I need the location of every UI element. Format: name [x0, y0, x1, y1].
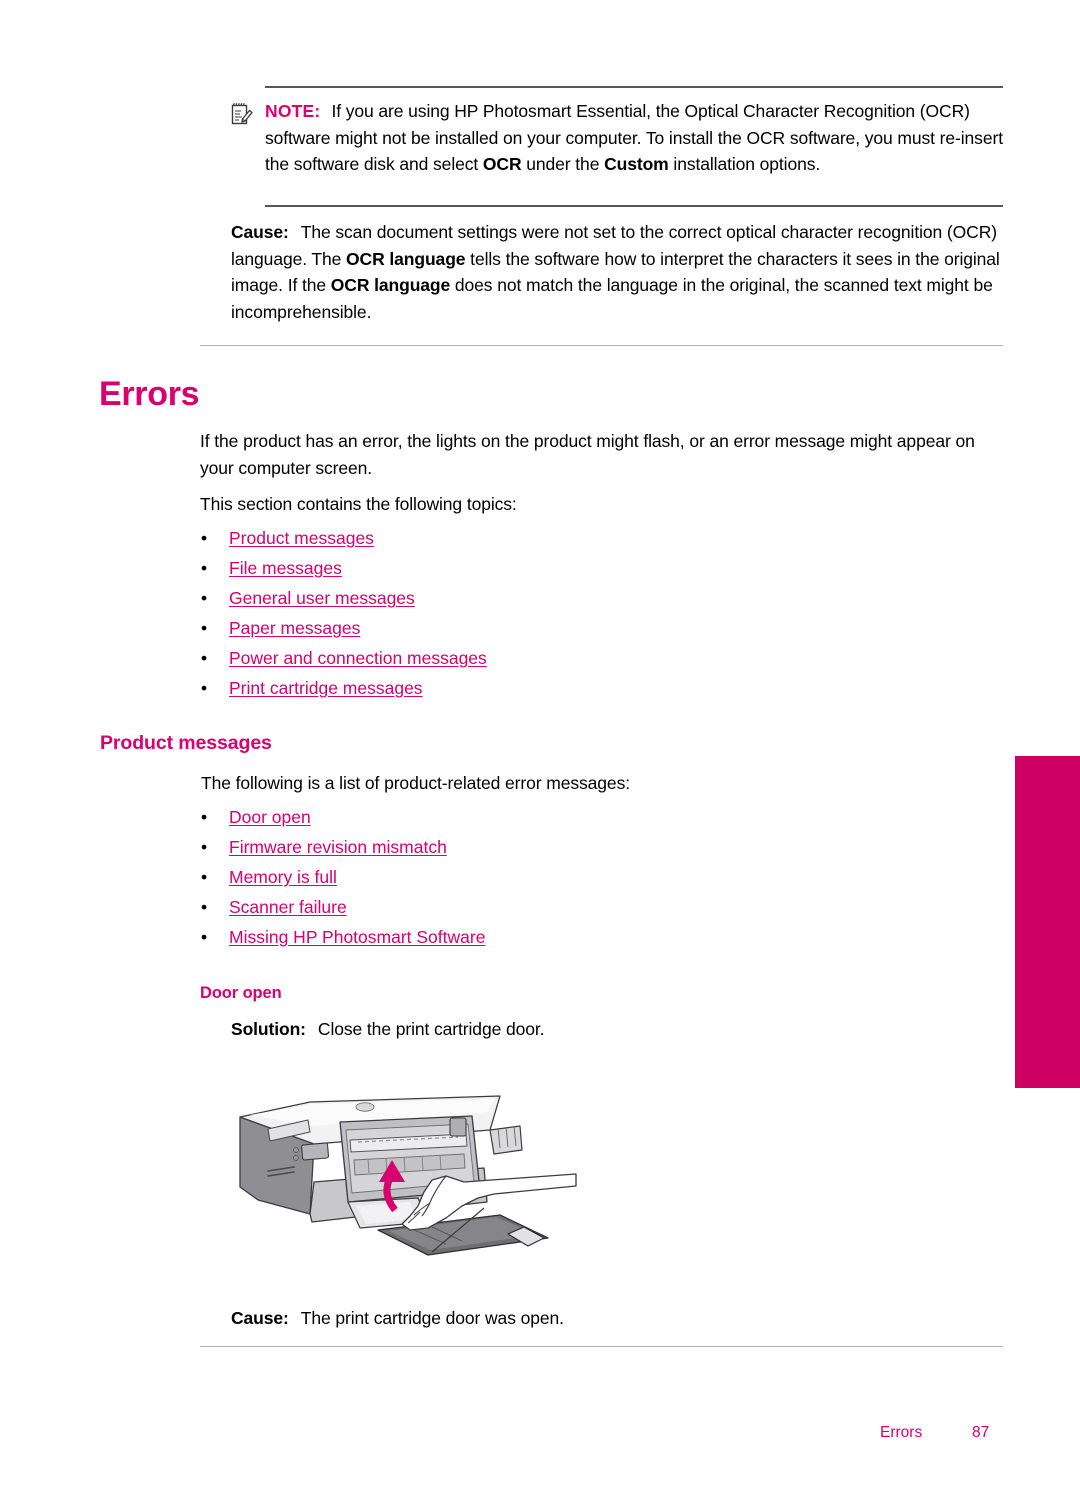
- note-pencil-icon: [231, 103, 253, 125]
- note-top-rule: [265, 86, 1003, 88]
- errors-intro-paragraph: If the product has an error, the lights …: [200, 431, 975, 478]
- link-power-and-connection-messages[interactable]: Power and connection messages: [229, 643, 487, 673]
- hp-photosmart-printer-illustration: [239, 1095, 577, 1256]
- list-item[interactable]: • Power and connection messages: [201, 643, 801, 673]
- heading-product-messages: Product messages: [100, 732, 272, 754]
- bullet-icon: •: [201, 678, 208, 698]
- bullet-icon: •: [201, 867, 208, 887]
- list-item[interactable]: • Firmware revision mismatch: [201, 832, 801, 862]
- bullet-icon: •: [201, 807, 208, 827]
- cause-bold-2: OCR language: [330, 275, 451, 295]
- footer-page-number: 87: [972, 1424, 990, 1441]
- errors-topics-lead: This section contains the following topi…: [200, 494, 517, 514]
- link-print-cartridge-messages[interactable]: Print cartridge messages: [229, 673, 423, 703]
- list-item[interactable]: • Missing HP Photosmart Software: [201, 922, 801, 952]
- page-title-errors: Errors: [99, 375, 200, 413]
- heading-door-open: Door open: [200, 984, 282, 1002]
- note-bold-ocr: OCR: [482, 154, 522, 174]
- cause-label-top: Cause:: [231, 222, 289, 242]
- manual-page: NOTE: If you are using HP Photosmart Esse…: [0, 0, 1080, 1495]
- cause-text-bottom: The print cartridge door was open.: [300, 1308, 564, 1328]
- note-text-part3: installation options.: [668, 154, 821, 174]
- note-bold-custom: Custom: [604, 154, 669, 174]
- link-file-messages[interactable]: File messages: [229, 553, 342, 583]
- list-item[interactable]: • Scanner failure: [201, 892, 801, 922]
- link-paper-messages[interactable]: Paper messages: [229, 613, 360, 643]
- link-missing-hp-photosmart-software[interactable]: Missing HP Photosmart Software: [229, 922, 485, 952]
- bullet-icon: •: [201, 927, 208, 947]
- bullet-icon: •: [201, 528, 208, 548]
- errors-topics-list: • Product messages • File messages • Gen…: [201, 523, 801, 703]
- bullet-icon: •: [201, 588, 208, 608]
- list-item[interactable]: • Memory is full: [201, 862, 801, 892]
- solution-label: Solution:: [231, 1019, 306, 1039]
- list-item[interactable]: • Print cartridge messages: [201, 673, 801, 703]
- section-divider-rule-bottom: [200, 1346, 1003, 1347]
- solution-text: Close the print cartridge door.: [317, 1019, 545, 1039]
- list-item[interactable]: • File messages: [201, 553, 801, 583]
- list-item[interactable]: • Product messages: [201, 523, 801, 553]
- link-firmware-revision-mismatch[interactable]: Firmware revision mismatch: [229, 832, 447, 862]
- note-text-part2: under the: [521, 154, 605, 174]
- section-divider-rule-top: [200, 345, 1003, 346]
- side-tab-solve-a-problem: Solve a problem: [973, 756, 1080, 1088]
- side-tab-label: Solve a problem: [973, 935, 992, 1070]
- note-label: NOTE:: [265, 101, 321, 121]
- bullet-icon: •: [201, 837, 208, 857]
- product-messages-lead: The following is a list of product-relat…: [201, 773, 630, 793]
- door-open-cause: Cause: The print cartridge door was open.: [231, 1305, 1006, 1332]
- cause-paragraph-top: Cause: The scan document settings were no…: [231, 219, 1006, 325]
- footer-section-name: Errors: [880, 1424, 923, 1441]
- link-product-messages[interactable]: Product messages: [229, 523, 374, 553]
- link-memory-is-full[interactable]: Memory is full: [229, 862, 337, 892]
- note-bottom-rule: [265, 205, 1003, 207]
- link-door-open[interactable]: Door open: [229, 802, 311, 832]
- link-general-user-messages[interactable]: General user messages: [229, 583, 415, 613]
- list-item[interactable]: • Door open: [201, 802, 801, 832]
- cause-label-bottom: Cause:: [231, 1308, 289, 1328]
- door-open-solution: Solution: Close the print cartridge door.: [231, 1016, 1006, 1043]
- cause-bold-1: OCR language: [346, 248, 466, 269]
- bullet-icon: •: [201, 558, 208, 578]
- bullet-icon: •: [201, 897, 208, 917]
- product-messages-list: • Door open • Firmware revision mismatch…: [201, 802, 801, 952]
- note-text: NOTE: If you are using HP Photosmart Esse…: [265, 98, 1005, 178]
- link-scanner-failure[interactable]: Scanner failure: [229, 892, 347, 922]
- bullet-icon: •: [201, 648, 208, 668]
- list-item[interactable]: • Paper messages: [201, 613, 801, 643]
- list-item[interactable]: • General user messages: [201, 583, 801, 613]
- bullet-icon: •: [201, 618, 208, 638]
